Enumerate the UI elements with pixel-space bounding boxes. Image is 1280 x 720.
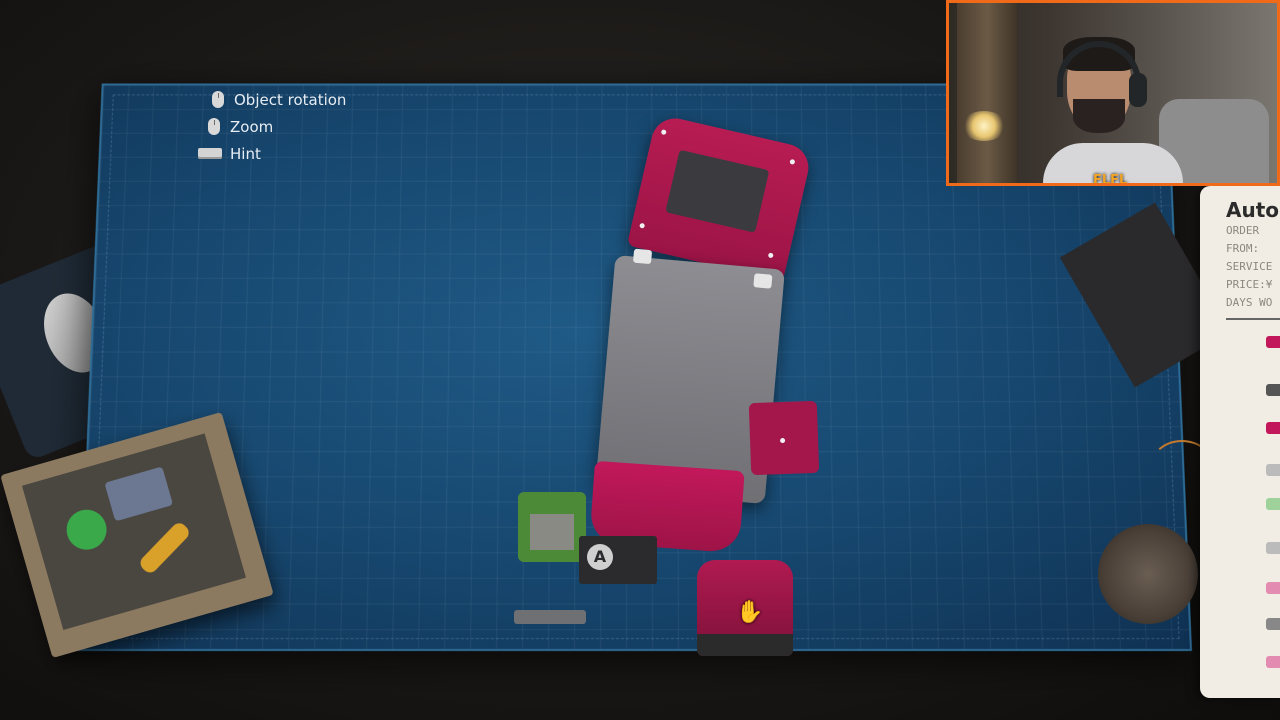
order-part-item	[1266, 618, 1280, 630]
spacebar-key-icon	[198, 148, 222, 159]
order-divider	[1226, 318, 1280, 320]
battery-connector	[697, 634, 793, 656]
control-label: Hint	[230, 145, 261, 163]
webcam-badge: FLFL	[1093, 173, 1127, 186]
control-hints: Object rotation Zoom Hint	[198, 86, 346, 167]
order-part-item	[1266, 464, 1280, 476]
order-part-item	[1266, 498, 1280, 510]
webcam-overlay: FLFL	[946, 0, 1280, 186]
circuit-board[interactable]	[518, 492, 586, 562]
order-part-item	[1266, 656, 1280, 668]
order-part-item	[1266, 422, 1280, 434]
hand-cursor-icon: ✋	[736, 600, 763, 625]
order-line: FROM:	[1226, 242, 1259, 255]
screw[interactable]	[768, 252, 774, 258]
mouse-left-click-icon	[212, 91, 224, 108]
order-part-item	[1266, 336, 1280, 348]
circuit-chip	[530, 514, 574, 550]
hinge-right[interactable]	[753, 273, 772, 289]
order-line: ORDER	[1226, 224, 1259, 237]
webcam-fairy-lights	[961, 111, 1007, 141]
phone-side-cover[interactable]	[749, 401, 819, 475]
control-hint: Hint	[198, 140, 346, 167]
screw[interactable]	[789, 159, 795, 165]
screw[interactable]	[780, 438, 785, 443]
webcam-curtain	[957, 3, 1017, 183]
box-keypad-part	[104, 466, 173, 521]
antenna-part[interactable]	[514, 610, 586, 624]
control-object-rotation: Object rotation	[198, 86, 346, 113]
order-part-item	[1266, 542, 1280, 554]
box-yellow-part	[137, 520, 192, 576]
battery-logo: A	[587, 544, 613, 570]
order-line: DAYS WO	[1226, 296, 1272, 309]
screw[interactable]	[639, 223, 645, 229]
webcam-person-beard	[1073, 99, 1125, 133]
battery-pack[interactable]: A	[579, 536, 657, 584]
phone-external-screen	[665, 150, 769, 233]
mouse-scroll-icon	[208, 118, 220, 135]
screw-tray[interactable]	[1098, 524, 1198, 624]
order-line: PRICE:¥	[1226, 278, 1272, 291]
control-label: Object rotation	[234, 91, 346, 109]
order-part-item	[1266, 384, 1280, 396]
order-part-item	[1266, 582, 1280, 594]
order-sheet[interactable]: Auto ORDER FROM: SERVICE PRICE:¥ DAYS WO	[1200, 186, 1280, 698]
order-title: Auto	[1226, 198, 1279, 222]
parts-box-contents	[22, 433, 246, 630]
control-label: Zoom	[230, 118, 273, 136]
screw[interactable]	[661, 129, 667, 135]
control-zoom: Zoom	[198, 113, 346, 140]
order-line: SERVICE	[1226, 260, 1272, 273]
hinge-left[interactable]	[633, 249, 652, 265]
box-green-part	[62, 505, 111, 554]
headset-earcup	[1129, 73, 1147, 107]
